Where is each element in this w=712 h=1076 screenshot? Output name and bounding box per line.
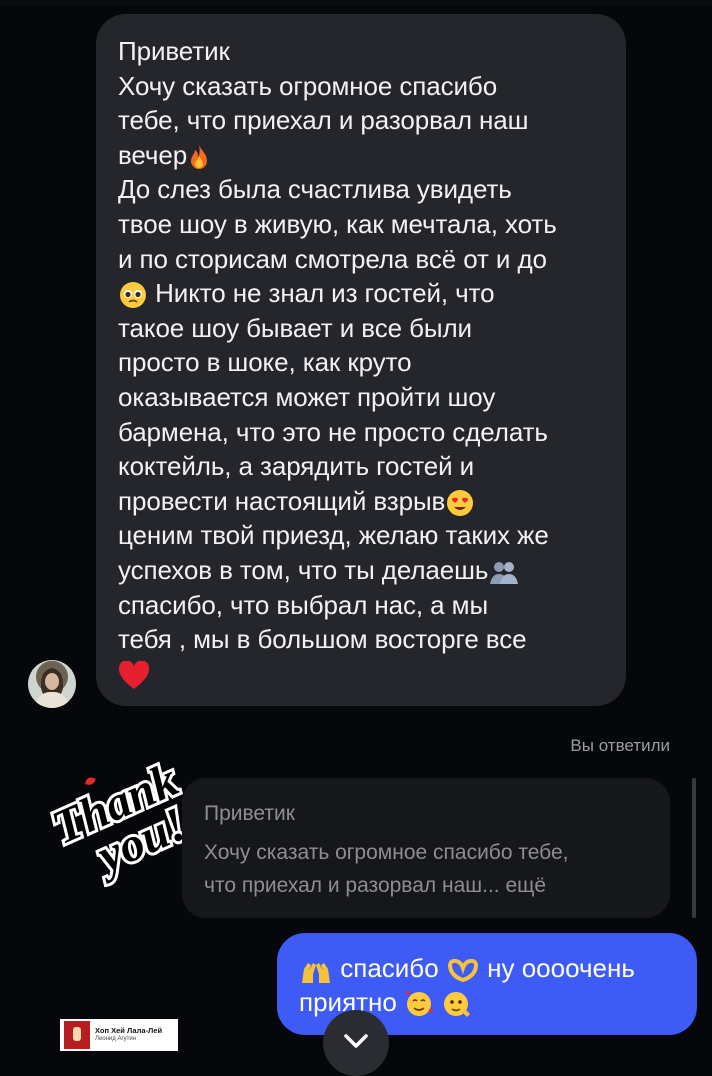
quote-indicator-bar [692,778,696,918]
message-line: оказывается может пройти шоу [118,381,496,412]
people-icon [490,562,519,585]
you-replied-label: Вы ответили [570,736,670,755]
message-line-with-emoji [118,657,604,692]
fire-icon [191,143,208,169]
quoted-line: что приехал и разорвал наш... ещё [204,874,547,897]
album-cover [64,1021,90,1049]
message-text: успехов в том, что ты делаешь [118,554,489,585]
message-line: просто в шоке, как круто [118,347,412,378]
heart-hands-icon [447,958,478,983]
message-line: коктейль, а зарядить гостей и [118,451,475,482]
top-edge [0,0,712,6]
message-line-with-emoji: провести настоящий взрыв [118,484,604,519]
heart-eyes-icon [447,489,474,516]
raising-hands-icon [302,963,330,984]
message-line: и по сторисам смотрела всё от и до [118,243,547,274]
quoted-body: Хочу сказать огромное спасибо тебе, что … [204,836,650,902]
message-line-with-emoji: Никто не знал из гостей, что [118,276,604,311]
music-sticker[interactable]: Хоп Хей Лала-Лей Леонид Агутин [60,1019,178,1051]
message-line: тебе, что приехал и разорвал наш [118,105,529,136]
message-line: спасибо, что выбрал нас, а мы [118,589,489,620]
avatar-body [36,692,68,708]
smiling-hearts-icon [405,991,434,1017]
sender-avatar[interactable] [28,660,76,708]
incoming-message-bubble[interactable]: Приветик Хочу сказать огромное спасибо т… [96,14,626,706]
message-line: До слез была счастлива увидеть [118,174,512,205]
quoted-title: Приветик [204,802,295,825]
message-line: тебя , мы в большом восторге все [118,624,527,655]
chevron-down-icon [344,1034,368,1048]
message-text: провести настоящий взрыв [118,485,446,516]
message-line: ценим твой приезд, желаю таких же [118,520,549,551]
scroll-down-button[interactable] [323,1010,389,1076]
message-text: Никто не знал из гостей, что [148,278,495,309]
message-line: такое шоу бывает и все были [118,312,472,343]
quoted-reply[interactable]: Приветик Хочу сказать огромное спасибо т… [182,778,670,918]
outgoing-line: спасибо ну оооочень [299,951,681,985]
red-heart-icon [118,660,150,689]
message-line: бармена, что это не просто сделать [118,416,548,447]
music-info: Хоп Хей Лала-Лей Леонид Агутин [95,1026,162,1044]
message-line: Приветик [118,36,230,66]
message-text: вечер [118,139,188,170]
avatar-face [45,673,59,690]
thank-you-sticker[interactable]: Thank you! [42,744,192,894]
message-line-with-emoji: успехов в том, что ты делаешь [118,553,604,588]
song-artist: Леонид Агутин [95,1036,137,1042]
quoted-line: Хочу сказать огромное спасибо тебе, [204,841,569,864]
song-title: Хоп Хей Лала-Лей [95,1026,163,1035]
salute-face-icon [444,992,471,1018]
pleading-face-icon [120,282,146,309]
message-line: Хочу сказать огромное спасибо [118,70,498,101]
message-line-with-emoji: вечер [118,138,604,173]
message-line: твое шоу в живую, как мечтала, хоть [118,208,557,239]
outgoing-text: ну оооочень [487,953,635,983]
outgoing-text: спасибо [340,953,439,983]
